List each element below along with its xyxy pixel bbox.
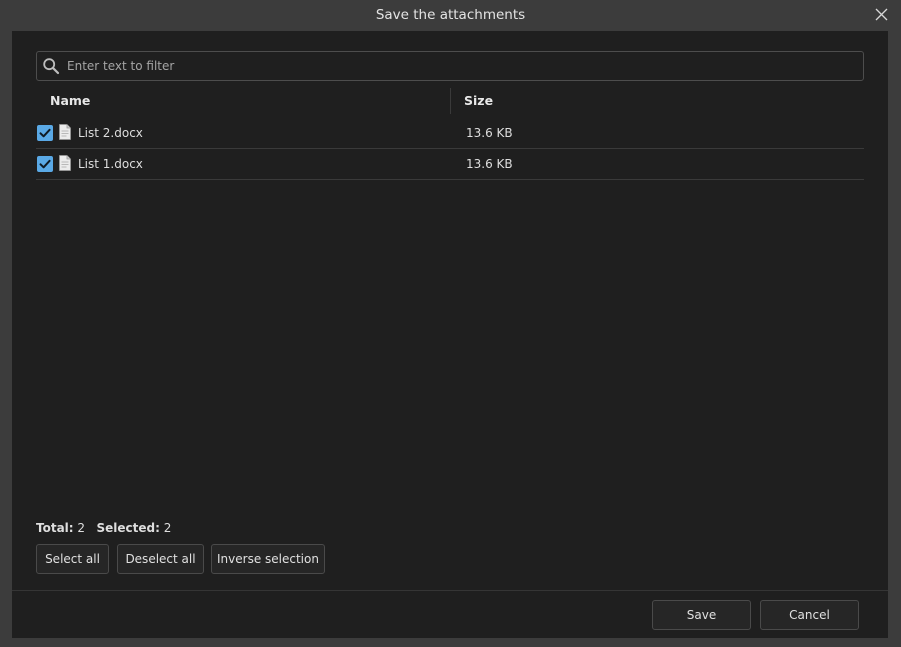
search-icon <box>43 58 60 75</box>
document-icon <box>59 124 71 140</box>
row-checkbox[interactable] <box>37 156 53 172</box>
selected-count: 2 <box>163 521 172 535</box>
close-icon <box>875 8 887 21</box>
checkmark-icon <box>39 128 51 138</box>
file-size: 13.6 KB <box>466 157 513 171</box>
column-header-name[interactable]: Name <box>50 86 90 116</box>
column-header-size[interactable]: Size <box>464 86 493 116</box>
close-button[interactable] <box>869 4 893 26</box>
table-header: Name Size <box>36 86 864 116</box>
selected-label: Selected: <box>96 521 160 535</box>
total-count: 2 <box>77 521 86 535</box>
cancel-button[interactable]: Cancel <box>760 600 859 630</box>
file-name: List 1.docx <box>78 157 143 171</box>
document-icon <box>59 155 71 171</box>
attachment-list: List 2.docx 13.6 KB List 1.docx 13.6 KB <box>36 118 864 180</box>
column-divider[interactable] <box>450 88 451 114</box>
deselect-all-button[interactable]: Deselect all <box>117 544 204 574</box>
filter-box <box>36 51 864 81</box>
selection-summary: Total: 2 Selected: 2 <box>36 520 171 536</box>
file-name: List 2.docx <box>78 126 143 140</box>
checkmark-icon <box>39 159 51 169</box>
row-checkbox[interactable] <box>37 125 53 141</box>
save-attachments-dialog: Save the attachments Name Size <box>0 0 901 647</box>
title-bar: Save the attachments <box>0 0 901 31</box>
dialog-footer: Save Cancel <box>12 590 888 638</box>
filter-input[interactable] <box>67 55 847 77</box>
total-label: Total: <box>36 521 74 535</box>
save-button[interactable]: Save <box>652 600 751 630</box>
dialog-body: Name Size List 2.docx 13.6 KB <box>12 31 888 591</box>
table-row[interactable]: List 1.docx 13.6 KB <box>36 149 864 180</box>
table-row[interactable]: List 2.docx 13.6 KB <box>36 118 864 149</box>
inverse-selection-button[interactable]: Inverse selection <box>211 544 325 574</box>
file-size: 13.6 KB <box>466 126 513 140</box>
dialog-title: Save the attachments <box>375 7 526 23</box>
select-all-button[interactable]: Select all <box>36 544 109 574</box>
